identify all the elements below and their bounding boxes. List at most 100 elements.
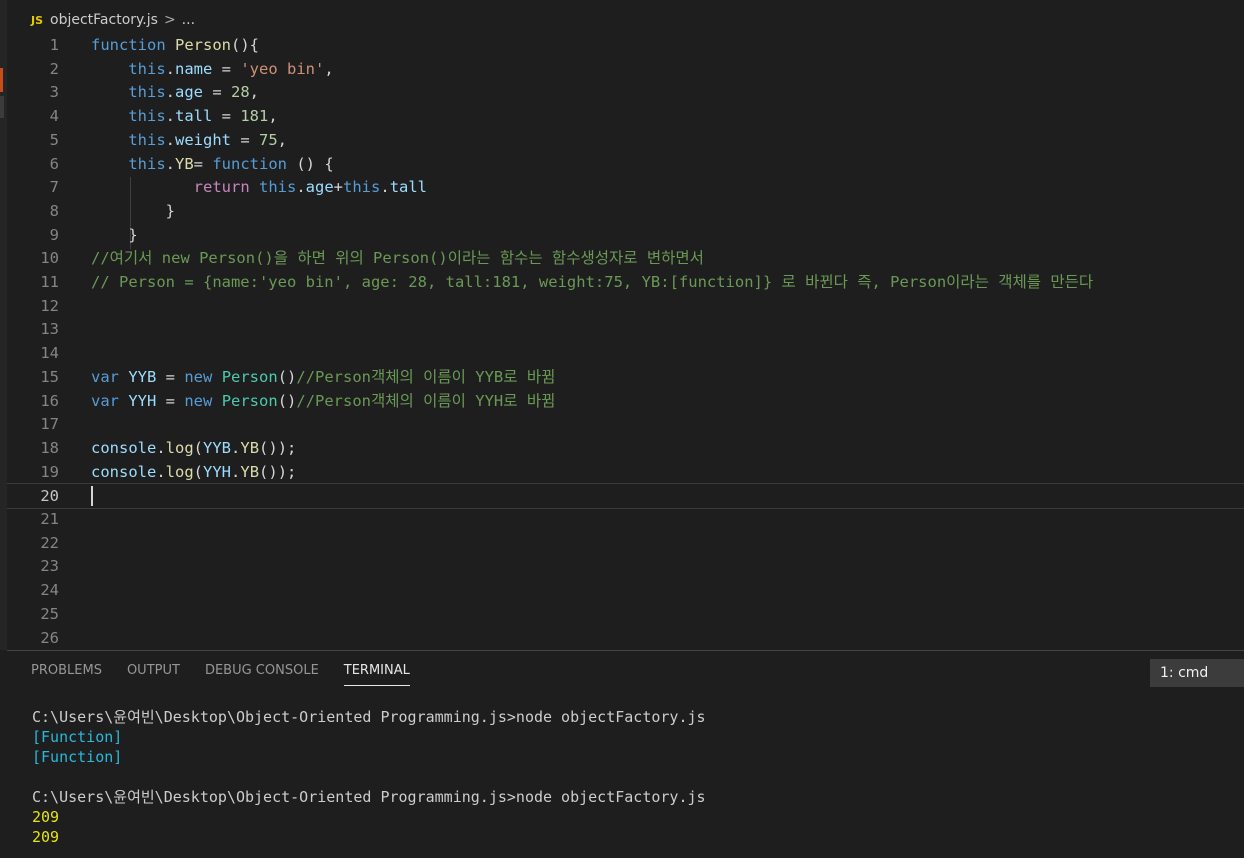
code-line[interactable]: 8 }	[7, 199, 1244, 223]
code-token: .	[165, 107, 175, 126]
terminal-line: C:\Users\윤여빈\Desktop\Object-Oriented Pro…	[32, 788, 706, 806]
code-token: this	[128, 154, 166, 173]
breadcrumb-file[interactable]: objectFactory.js	[50, 12, 158, 28]
code-token: YYH	[203, 462, 232, 481]
line-number: 20	[40, 487, 59, 506]
code-editor[interactable]: 1 function Person(){2 this.name = 'yeo bi…	[7, 33, 1244, 650]
line-number: 14	[40, 344, 59, 363]
code-line[interactable]: 18 console.log(YYB.YB());	[7, 436, 1244, 460]
code-line[interactable]: 1 function Person(){	[7, 33, 1244, 57]
code-line[interactable]: 5 this.weight = 75,	[7, 128, 1244, 152]
code-token: .	[165, 154, 175, 173]
line-code: }	[91, 199, 175, 223]
breadcrumb-more[interactable]: ...	[182, 12, 195, 28]
code-token: ());	[259, 462, 297, 481]
tab-output[interactable]: OUTPUT	[127, 663, 180, 686]
line-code: //여기서 new Person()을 하면 위의 Person()이라는 함수…	[91, 246, 704, 270]
line-number: 1	[49, 36, 59, 54]
code-token: ()	[277, 391, 297, 410]
line-number: 22	[40, 533, 59, 552]
line-number: 12	[40, 296, 59, 315]
code-token: name	[175, 59, 213, 78]
code-line[interactable]: 7 return this.age+this.tall	[7, 175, 1244, 199]
code-line[interactable]: 26	[7, 626, 1244, 650]
code-token: return	[193, 178, 250, 197]
terminal-select[interactable]: 1: cmd	[1150, 659, 1244, 687]
code-token: 'yeo bin'	[240, 59, 325, 78]
code-token: new	[184, 367, 213, 386]
line-number: 21	[40, 510, 59, 528]
line-code: }	[91, 223, 137, 247]
code-line[interactable]: 19 console.log(YYH.YB());	[7, 460, 1244, 484]
code-line[interactable]: 2 this.name = 'yeo bin',	[7, 57, 1244, 81]
line-number: 11	[40, 273, 59, 291]
code-line[interactable]: 22	[7, 531, 1244, 555]
code-line[interactable]: 12	[7, 294, 1244, 318]
tab-terminal[interactable]: TERMINAL	[343, 663, 410, 686]
code-token: log	[165, 462, 194, 481]
code-line[interactable]: 3 this.age = 28,	[7, 80, 1244, 104]
code-line[interactable]: 21	[7, 507, 1244, 531]
line-code: this.weight = 75,	[91, 128, 287, 152]
code-token: +	[333, 178, 344, 197]
code-token: YYB	[203, 438, 232, 457]
code-token: YYH	[128, 391, 157, 410]
code-token: .	[296, 178, 306, 197]
code-token: =	[212, 107, 241, 126]
line-code: this.age = 28,	[91, 80, 259, 104]
code-token: (	[193, 438, 204, 457]
code-token: Person	[175, 36, 231, 54]
code-token: =	[156, 391, 185, 410]
code-token: 75	[259, 130, 278, 149]
code-token: this	[128, 130, 166, 149]
activity-indicator	[0, 68, 3, 92]
tab-problems[interactable]: PROBLEMS	[31, 663, 102, 686]
panel-tabs: PROBLEMS OUTPUT DEBUG CONSOLE TERMINAL	[31, 663, 435, 686]
code-line[interactable]: 9 }	[7, 223, 1244, 247]
code-line[interactable]: 17	[7, 412, 1244, 436]
line-number: 25	[40, 604, 59, 623]
code-line[interactable]: 15 var YYB = new Person()//Person객체의 이름이 …	[7, 365, 1244, 389]
code-token: ,	[277, 130, 288, 149]
line-number: 4	[49, 107, 59, 126]
code-token: .	[165, 83, 175, 102]
code-line[interactable]: 6 this.YB= function () {	[7, 152, 1244, 176]
code-token: ,	[249, 83, 260, 102]
code-token: weight	[175, 130, 231, 149]
code-line[interactable]: 25	[7, 602, 1244, 626]
code-token: YB	[240, 438, 260, 457]
code-line[interactable]: 14	[7, 341, 1244, 365]
code-token: Person	[221, 391, 278, 410]
line-number: 13	[40, 320, 59, 339]
terminal-output[interactable]: C:\Users\윤여빈\Desktop\Object-Oriented Pro…	[32, 707, 706, 847]
line-number: 19	[40, 462, 59, 481]
code-line[interactable]: 13	[7, 317, 1244, 341]
line-number: 2	[49, 59, 59, 78]
breadcrumb[interactable]: JS objectFactory.js > ...	[7, 8, 1244, 32]
activity-strip	[0, 0, 7, 650]
code-line[interactable]: 24	[7, 578, 1244, 602]
tab-debug-console[interactable]: DEBUG CONSOLE	[205, 663, 319, 686]
code-token: .	[165, 59, 175, 78]
line-number: 26	[40, 628, 59, 647]
code-line[interactable]: 10 //여기서 new Person()을 하면 위의 Person()이라는 …	[7, 246, 1244, 270]
line-number: 9	[49, 225, 59, 244]
code-token: =	[193, 154, 213, 173]
code-token: =	[212, 59, 241, 78]
code-token: function	[212, 154, 287, 173]
line-number: 5	[49, 130, 59, 149]
code-token: YB	[175, 154, 194, 173]
code-line[interactable]: 11 // Person = {name:'yeo bin', age: 28, …	[7, 270, 1244, 294]
code-line[interactable]: 4 this.tall = 181,	[7, 104, 1244, 128]
code-line[interactable]: 20	[7, 483, 1244, 510]
code-line[interactable]: 16 var YYH = new Person()//Person객체의 이름이 …	[7, 389, 1244, 413]
code-line[interactable]: 23	[7, 554, 1244, 578]
line-code: function Person(){	[91, 33, 259, 57]
line-number: 16	[40, 391, 59, 410]
terminal-line: 209	[32, 808, 60, 826]
